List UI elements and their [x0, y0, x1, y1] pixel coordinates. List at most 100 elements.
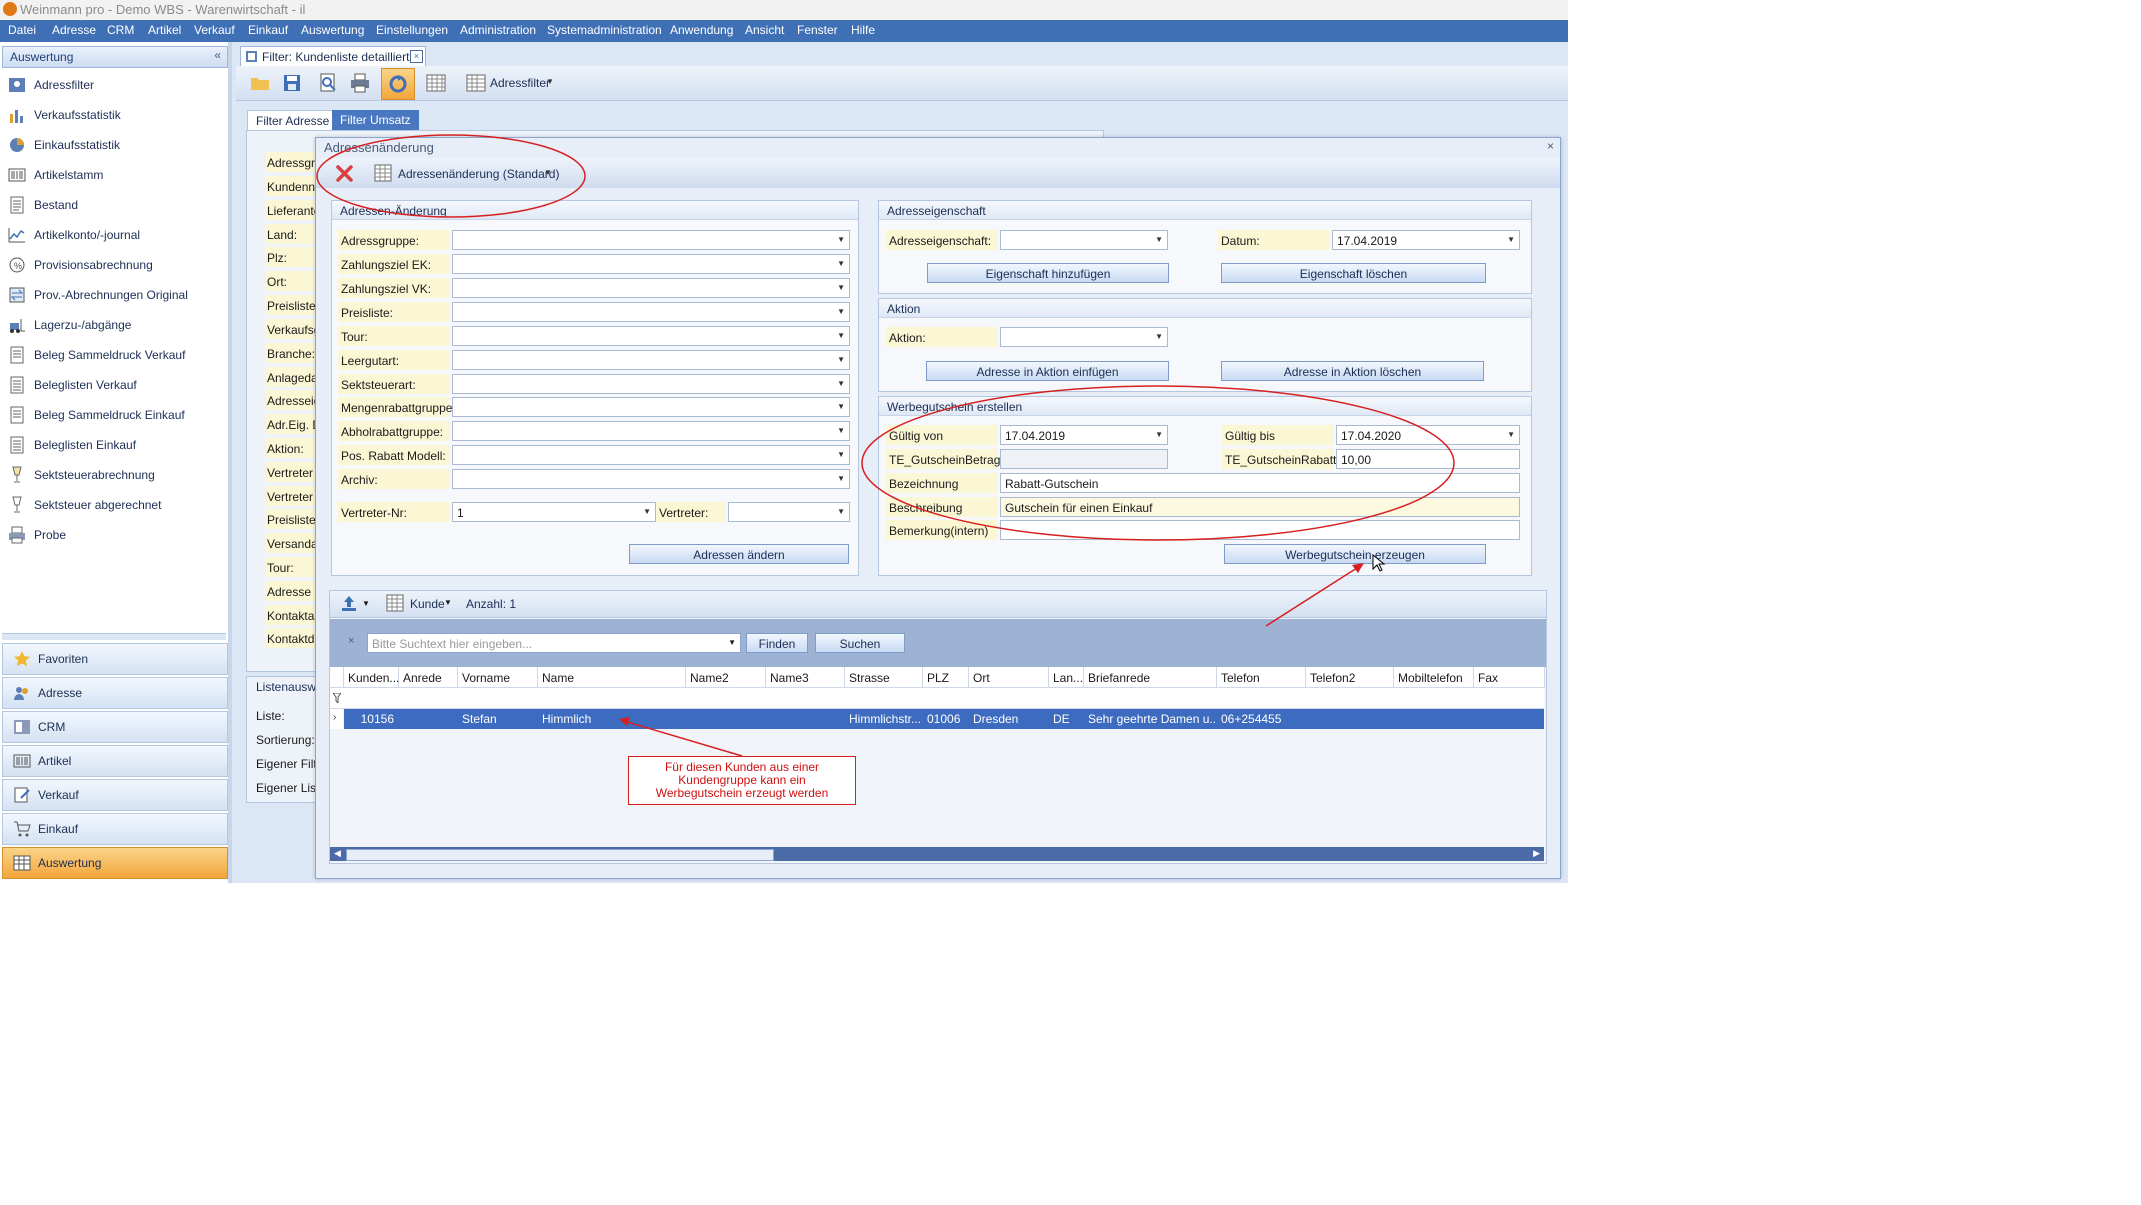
- clear-search-icon[interactable]: ×: [348, 635, 354, 647]
- leergutart-select[interactable]: ▼: [452, 350, 850, 370]
- sidebar-item-verkaufsstatistik[interactable]: Verkaufsstatistik: [6, 102, 224, 128]
- scroll-left-icon[interactable]: ◀: [334, 848, 341, 859]
- menu-einkauf[interactable]: Einkauf: [248, 23, 288, 37]
- column-header[interactable]: Name3: [766, 667, 845, 688]
- sidebar-item-adressfilter[interactable]: Adressfilter: [6, 72, 224, 98]
- nav-einkauf[interactable]: Einkauf: [2, 813, 228, 845]
- refresh-button[interactable]: [381, 68, 415, 100]
- adressfilter-dropdown[interactable]: Adressfilter: [490, 76, 550, 90]
- layout-dropdown[interactable]: Adressenänderung (Standard): [398, 167, 559, 181]
- archiv-select[interactable]: ▼: [452, 469, 850, 489]
- gueltig-von-picker[interactable]: 17.04.2019 ▼: [1000, 425, 1168, 445]
- menu-systemadministration[interactable]: Systemadministration: [547, 23, 662, 37]
- tab-filter-adresse[interactable]: Filter Adresse: [247, 110, 339, 131]
- menu-verkauf[interactable]: Verkauf: [194, 23, 235, 37]
- scrollbar-thumb[interactable]: [346, 849, 774, 861]
- sidebar-item-artikelkonto[interactable]: Artikelkonto/-journal: [6, 222, 224, 248]
- adresse-in-aktion-einfuegen-button[interactable]: Adresse in Aktion einfügen: [926, 361, 1169, 381]
- column-header[interactable]: Lan...: [1049, 667, 1084, 688]
- column-header[interactable]: Vorname: [458, 667, 538, 688]
- bezeichnung-input[interactable]: Rabatt-Gutschein: [1000, 473, 1520, 493]
- scroll-right-icon[interactable]: ▶: [1533, 848, 1540, 859]
- column-header[interactable]: Strasse: [845, 667, 923, 688]
- column-header[interactable]: Kunden...: [344, 667, 399, 688]
- sidebar-item-beleglisten-einkauf[interactable]: Beleglisten Einkauf: [6, 432, 224, 458]
- open-folder-icon[interactable]: [250, 73, 270, 93]
- vertreter-select[interactable]: ▼: [728, 502, 850, 522]
- menu-crm[interactable]: CRM: [107, 23, 134, 37]
- sidebar-item-bestand[interactable]: Bestand: [6, 192, 224, 218]
- sidebar-item-provisionsabrechnung[interactable]: % Provisionsabrechnung: [6, 252, 224, 278]
- datum-picker[interactable]: 17.04.2019 ▼: [1332, 230, 1520, 250]
- column-header[interactable]: Name2: [686, 667, 766, 688]
- column-header[interactable]: Telefon2: [1306, 667, 1394, 688]
- sidebar-item-beleg-sammeldruck-verkauf[interactable]: Beleg Sammeldruck Verkauf: [6, 342, 224, 368]
- adresseigenschaft-select[interactable]: ▼: [1000, 230, 1168, 250]
- pos-rabatt-modell-select[interactable]: ▼: [452, 445, 850, 465]
- nav-artikel[interactable]: Artikel: [2, 745, 228, 777]
- menu-artikel[interactable]: Artikel: [148, 23, 181, 37]
- delete-icon[interactable]: [336, 165, 353, 182]
- menu-einstellungen[interactable]: Einstellungen: [376, 23, 448, 37]
- adresse-in-aktion-loeschen-button[interactable]: Adresse in Aktion löschen: [1221, 361, 1484, 381]
- collapse-icon[interactable]: «: [214, 48, 221, 62]
- preisliste-select[interactable]: ▼: [452, 302, 850, 322]
- tour-select[interactable]: ▼: [452, 326, 850, 346]
- gutschein-betrag-input[interactable]: [1000, 449, 1168, 469]
- adressgruppe-select[interactable]: ▼: [452, 230, 850, 250]
- table-row[interactable]: 10156 Stefan Himmlich Himmlichstr... 010…: [344, 709, 1544, 729]
- tab-filter-umsatz[interactable]: Filter Umsatz: [332, 110, 419, 130]
- column-header[interactable]: Mobiltelefon: [1394, 667, 1474, 688]
- sidebar-item-sektsteuer-abgerechnet[interactable]: Sektsteuer abgerechnet: [6, 492, 224, 518]
- nav-adresse[interactable]: Adresse: [2, 677, 228, 709]
- sidebar-item-sektsteuerabrechnung[interactable]: Sektsteuerabrechnung: [6, 462, 224, 488]
- search-input[interactable]: Bitte Suchtext hier eingeben... ▼: [367, 633, 741, 653]
- menu-fenster[interactable]: Fenster: [797, 23, 838, 37]
- aktion-select[interactable]: ▼: [1000, 327, 1168, 347]
- column-header[interactable]: Ort: [969, 667, 1049, 688]
- adressen-aendern-button[interactable]: Adressen ändern: [629, 544, 849, 564]
- tab-close-icon[interactable]: ×: [410, 50, 423, 63]
- column-header[interactable]: Fax: [1474, 667, 1545, 688]
- sidebar-item-beleglisten-verkauf[interactable]: Beleglisten Verkauf: [6, 372, 224, 398]
- sidebar-item-einkaufsstatistik[interactable]: Einkaufsstatistik: [6, 132, 224, 158]
- filter-row[interactable]: [330, 688, 1544, 709]
- menu-administration[interactable]: Administration: [460, 23, 536, 37]
- sidebar-item-lagerzu-abgaenge[interactable]: Lagerzu-/abgänge: [6, 312, 224, 338]
- column-header[interactable]: Briefanrede: [1084, 667, 1217, 688]
- zahlungsziel-vk-select[interactable]: ▼: [452, 278, 850, 298]
- menu-adresse[interactable]: Adresse: [52, 23, 96, 37]
- suchen-button[interactable]: Suchen: [815, 633, 905, 653]
- vertreter-nr-select[interactable]: 1 ▼: [452, 502, 656, 522]
- kunde-layout-dropdown[interactable]: Kunde: [410, 597, 445, 611]
- sidebar-item-prov-abrechnungen-original[interactable]: Prov.-Abrechnungen Original: [6, 282, 224, 308]
- menu-datei[interactable]: Datei: [8, 23, 36, 37]
- nav-favoriten[interactable]: Favoriten: [2, 643, 228, 675]
- gueltig-bis-picker[interactable]: 17.04.2020 ▼: [1336, 425, 1520, 445]
- mengenrabattgruppe-select[interactable]: ▼: [452, 397, 850, 417]
- eigenschaft-hinzufuegen-button[interactable]: Eigenschaft hinzufügen: [927, 263, 1169, 283]
- menu-ansicht[interactable]: Ansicht: [745, 23, 784, 37]
- abholrabattgruppe-select[interactable]: ▼: [452, 421, 850, 441]
- save-icon[interactable]: [282, 73, 302, 93]
- sidebar-item-artikelstamm[interactable]: Artikelstamm: [6, 162, 224, 188]
- print-icon[interactable]: [350, 73, 370, 93]
- nav-verkauf[interactable]: Verkauf: [2, 779, 228, 811]
- sidebar-item-probe[interactable]: Probe: [6, 522, 224, 548]
- nav-auswertung[interactable]: Auswertung: [2, 847, 228, 879]
- zahlungsziel-ek-select[interactable]: ▼: [452, 254, 850, 274]
- bemerkung-input[interactable]: [1000, 520, 1520, 540]
- column-header[interactable]: PLZ: [923, 667, 969, 688]
- sidebar-item-beleg-sammeldruck-einkauf[interactable]: Beleg Sammeldruck Einkauf: [6, 402, 224, 428]
- close-icon[interactable]: ×: [1547, 139, 1554, 153]
- horizontal-scrollbar[interactable]: ◀ ▶: [330, 847, 1544, 861]
- column-header[interactable]: Anrede: [399, 667, 458, 688]
- export-upload-icon[interactable]: [340, 594, 358, 612]
- werbegutschein-erzeugen-button[interactable]: Werbegutschein erzeugen: [1224, 544, 1486, 564]
- print-preview-icon[interactable]: [318, 73, 338, 93]
- tab-filter-kundenliste[interactable]: Filter: Kundenliste detailliert ×: [240, 46, 426, 67]
- beschreibung-input[interactable]: Gutschein für einen Einkauf: [1000, 497, 1520, 517]
- gutschein-rabatt-input[interactable]: 10,00: [1336, 449, 1520, 469]
- column-header[interactable]: Name: [538, 667, 686, 688]
- nav-crm[interactable]: CRM: [2, 711, 228, 743]
